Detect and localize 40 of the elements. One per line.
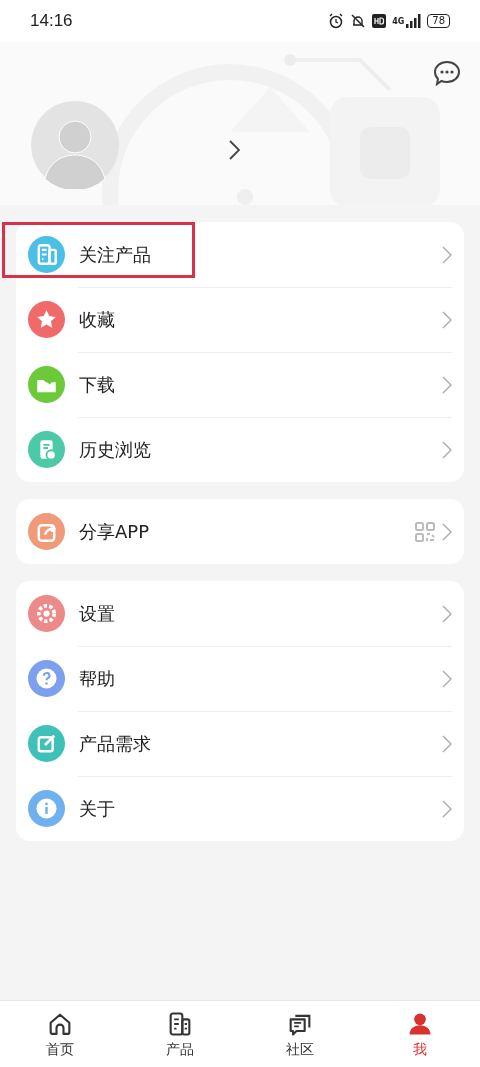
- menu-label: 历史浏览: [79, 437, 152, 462]
- menu-item[interactable]: 帮助: [16, 646, 464, 711]
- nav-tab[interactable]: 产品: [120, 1001, 240, 1067]
- menu-label: 产品需求: [79, 731, 152, 756]
- chevron-right-icon: [442, 521, 452, 542]
- menu-label: 关于: [79, 796, 116, 821]
- menu-item[interactable]: 产品需求: [16, 711, 464, 776]
- mute-bell-icon: [350, 13, 367, 29]
- menu-label: 分享APP: [79, 519, 151, 544]
- menu-item[interactable]: 设置: [16, 581, 464, 646]
- chevron-right-icon: [442, 668, 452, 689]
- menu-label: 设置: [79, 601, 116, 626]
- menu-label: 收藏: [79, 307, 116, 332]
- chevron-right-icon: [442, 603, 452, 624]
- chevron-right-icon[interactable]: [228, 139, 242, 161]
- menu-item[interactable]: 下载: [16, 352, 464, 417]
- nav-tab[interactable]: 首页: [0, 1001, 120, 1067]
- chevron-right-icon: [442, 374, 452, 395]
- status-time: 14:16: [30, 11, 73, 31]
- menu-label: 关注产品: [79, 242, 152, 267]
- menu-item[interactable]: 关注产品: [16, 222, 464, 287]
- menu-item[interactable]: 关于: [16, 776, 464, 841]
- chevron-right-icon: [442, 733, 452, 754]
- chevron-right-icon: [442, 439, 452, 460]
- chevron-right-icon: [442, 244, 452, 265]
- menu-item[interactable]: 分享APP: [16, 499, 464, 564]
- chevron-right-icon: [442, 798, 452, 819]
- message-icon[interactable]: [432, 59, 462, 87]
- menu-label: 帮助: [79, 666, 116, 691]
- alarm-icon: [328, 13, 345, 29]
- menu-label: 下载: [79, 372, 116, 397]
- nav-tab[interactable]: 我: [360, 1001, 480, 1067]
- network-type: 4G: [392, 16, 405, 26]
- chevron-right-icon: [442, 309, 452, 330]
- hd-icon: [372, 14, 387, 28]
- signal-icon: [405, 13, 422, 29]
- nav-tab[interactable]: 社区: [240, 1001, 360, 1067]
- menu-item[interactable]: 历史浏览: [16, 417, 464, 482]
- battery-level: 78: [427, 14, 450, 28]
- menu-item[interactable]: 收藏: [16, 287, 464, 352]
